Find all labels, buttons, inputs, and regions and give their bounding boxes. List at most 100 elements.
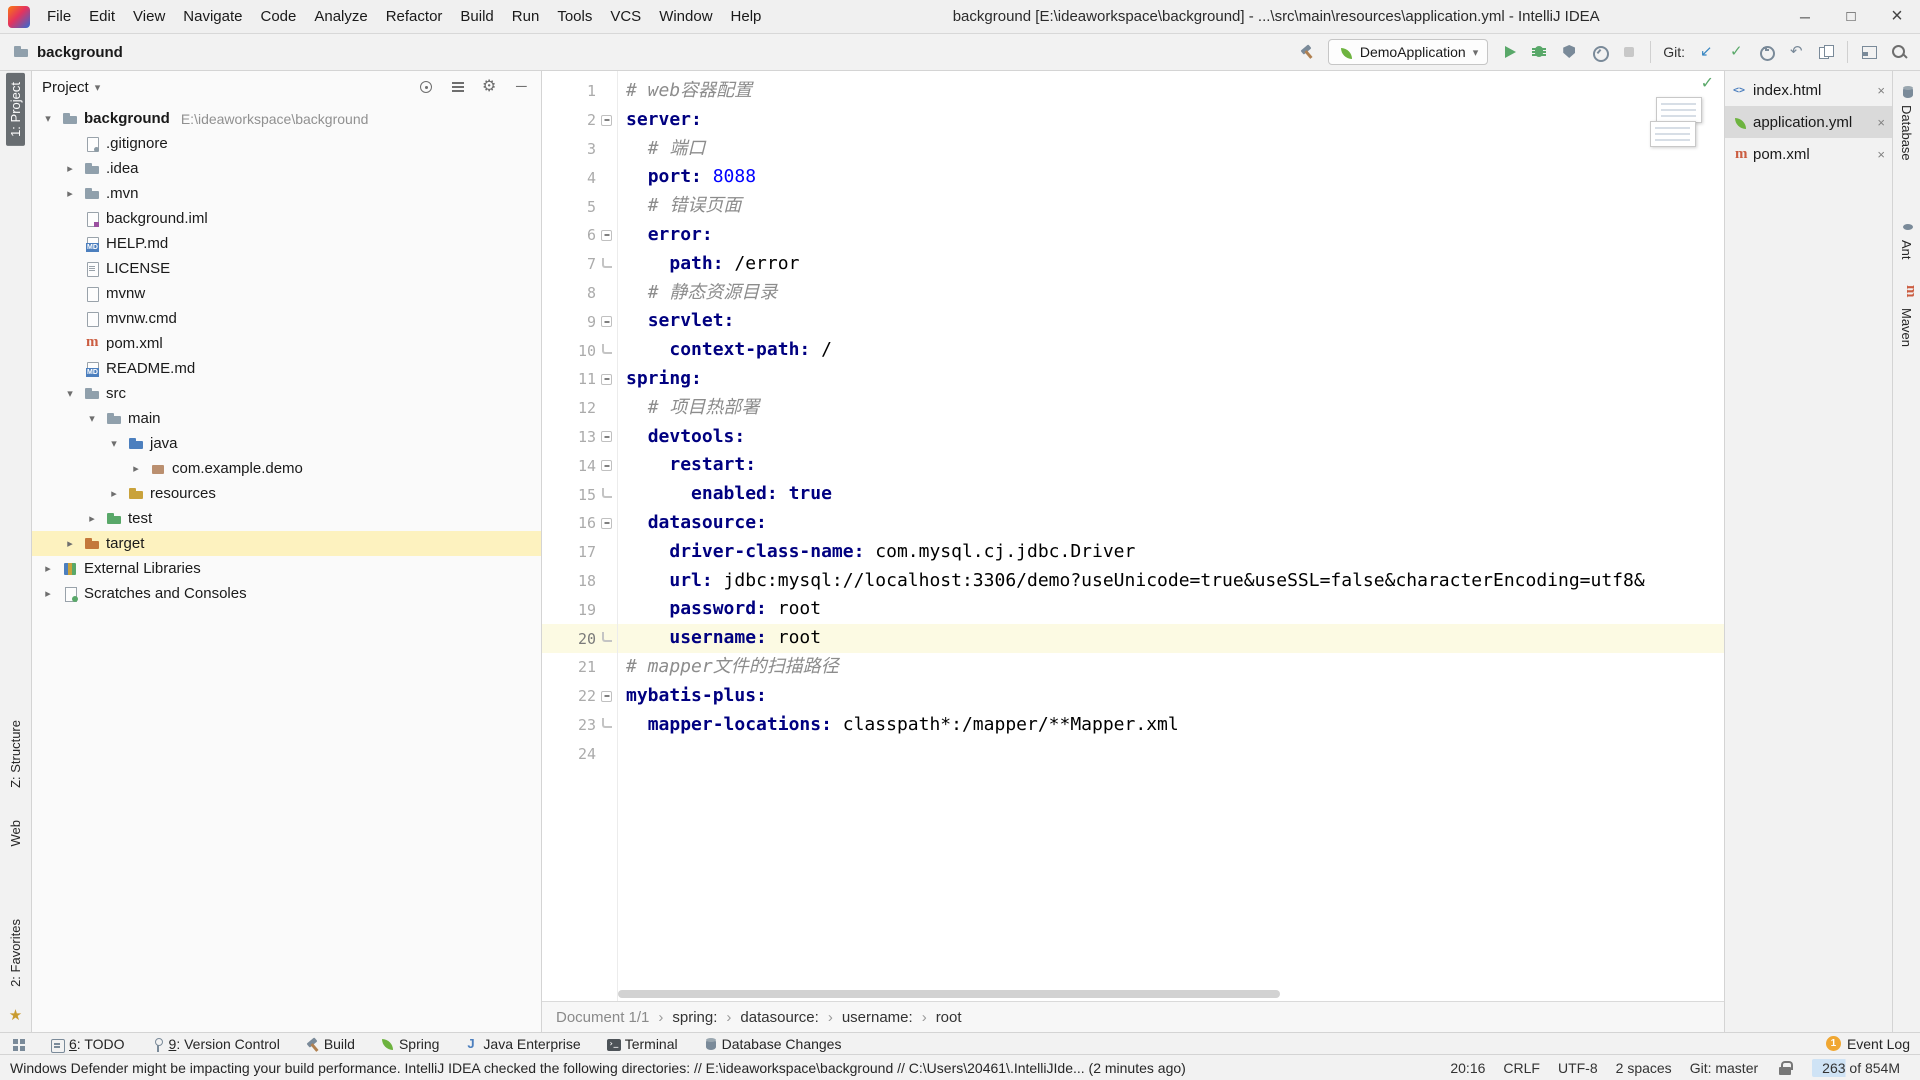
- profiler-button[interactable]: [1590, 43, 1608, 61]
- editor-body[interactable]: 123456789101112131415161718192021222324 …: [542, 71, 1724, 1001]
- gear-icon[interactable]: [481, 78, 499, 96]
- fold-start-icon[interactable]: [599, 516, 614, 531]
- fold-start-icon[interactable]: [599, 458, 614, 473]
- tree-toggle-icon[interactable]: [40, 112, 56, 125]
- breadcrumb-item[interactable]: spring:: [649, 1009, 717, 1026]
- navbar-project-name[interactable]: background: [37, 44, 123, 61]
- breadcrumb-item[interactable]: root: [913, 1009, 962, 1026]
- tree-item-mvnw[interactable]: mvnw: [32, 281, 541, 306]
- menu-help[interactable]: Help: [722, 0, 771, 33]
- rollback-button[interactable]: [1787, 43, 1805, 61]
- commit-button[interactable]: [1727, 43, 1745, 61]
- project-view-title[interactable]: Project: [42, 79, 89, 96]
- code-line[interactable]: servlet:: [618, 307, 1724, 336]
- code-line[interactable]: server:: [618, 106, 1724, 135]
- run-configuration-selector[interactable]: DemoApplication ▾: [1328, 39, 1488, 65]
- tree-item-mvn[interactable]: .mvn: [32, 181, 541, 206]
- fold-end-icon[interactable]: [599, 631, 614, 646]
- editor-tab-application-yml[interactable]: application.yml×: [1725, 106, 1892, 138]
- close-tab-icon[interactable]: ×: [1877, 147, 1885, 162]
- code-line[interactable]: # mapper文件的扫描路径: [618, 653, 1724, 682]
- tree-toggle-icon[interactable]: [62, 537, 78, 550]
- tree-toggle-icon[interactable]: [128, 462, 144, 475]
- gutter-line[interactable]: 12: [542, 394, 617, 423]
- menu-edit[interactable]: Edit: [80, 0, 124, 33]
- tool-window-button-java-enterprise[interactable]: Java Enterprise: [463, 1036, 580, 1052]
- menu-analyze[interactable]: Analyze: [305, 0, 376, 33]
- editor-tab-pom-xml[interactable]: pom.xml×: [1725, 138, 1892, 170]
- file-encoding[interactable]: UTF-8: [1558, 1060, 1598, 1076]
- inspections-ok-icon[interactable]: [1701, 73, 1714, 93]
- code-line[interactable]: # 端口: [618, 135, 1724, 164]
- gutter-line[interactable]: 5: [542, 192, 617, 221]
- tool-window-button-database-changes[interactable]: Database Changes: [702, 1036, 842, 1052]
- memory-indicator[interactable]: 263 of 854M: [1812, 1059, 1910, 1077]
- run-button[interactable]: [1500, 43, 1518, 61]
- menu-run[interactable]: Run: [503, 0, 549, 33]
- code-line[interactable]: # web容器配置: [618, 77, 1724, 106]
- tree-item-help-md[interactable]: HELP.md: [32, 231, 541, 256]
- menu-file[interactable]: File: [38, 0, 80, 33]
- code-line[interactable]: devtools:: [618, 423, 1724, 452]
- code-line[interactable]: url: jdbc:mysql://localhost:3306/demo?us…: [618, 567, 1724, 596]
- gutter-line[interactable]: 16: [542, 509, 617, 538]
- gutter-line[interactable]: 1: [542, 77, 617, 106]
- code-line[interactable]: mybatis-plus:: [618, 682, 1724, 711]
- git-branch[interactable]: Git: master: [1690, 1060, 1758, 1076]
- code-line[interactable]: # 项目热部署: [618, 394, 1724, 423]
- menu-refactor[interactable]: Refactor: [377, 0, 452, 33]
- build-project-button[interactable]: [1298, 43, 1316, 61]
- gutter-line[interactable]: 2: [542, 106, 617, 135]
- tree-toggle-icon[interactable]: [40, 562, 56, 575]
- tree-item-com-example-demo[interactable]: com.example.demo: [32, 456, 541, 481]
- chevron-down-icon[interactable]: ▾: [95, 81, 101, 94]
- fold-end-icon[interactable]: [599, 717, 614, 732]
- close-tab-icon[interactable]: ×: [1877, 83, 1885, 98]
- tree-item-test[interactable]: test: [32, 506, 541, 531]
- gutter-line[interactable]: 11: [542, 365, 617, 394]
- gutter-line[interactable]: 24: [542, 739, 617, 768]
- locate-file-icon[interactable]: [417, 78, 435, 96]
- tool-window-tab-web[interactable]: Web: [6, 811, 25, 856]
- menu-build[interactable]: Build: [451, 0, 502, 33]
- tool-window-button-build[interactable]: Build: [304, 1036, 355, 1052]
- fold-start-icon[interactable]: [599, 429, 614, 444]
- collapse-all-icon[interactable]: [449, 78, 467, 96]
- tree-item-background-iml[interactable]: background.iml: [32, 206, 541, 231]
- tree-toggle-icon[interactable]: [106, 487, 122, 500]
- tree-item-resources[interactable]: resources: [32, 481, 541, 506]
- code-line[interactable]: # 静态资源目录: [618, 279, 1724, 308]
- code-line[interactable]: restart:: [618, 451, 1724, 480]
- code-line[interactable]: datasource:: [618, 509, 1724, 538]
- gutter-line[interactable]: 15: [542, 480, 617, 509]
- tree-item-external-libraries[interactable]: External Libraries: [32, 556, 541, 581]
- fold-end-icon[interactable]: [599, 487, 614, 502]
- tool-window-button-terminal[interactable]: Terminal: [605, 1036, 678, 1052]
- tree-item-target[interactable]: target: [32, 531, 541, 556]
- gutter-line[interactable]: 13: [542, 423, 617, 452]
- gutter-line[interactable]: 6: [542, 221, 617, 250]
- gutter-line[interactable]: 10: [542, 336, 617, 365]
- tree-item-main[interactable]: main: [32, 406, 541, 431]
- tree-item-background[interactable]: backgroundE:\ideaworkspace\background: [32, 106, 541, 131]
- minimize-button[interactable]: [1782, 0, 1828, 33]
- menu-code[interactable]: Code: [251, 0, 305, 33]
- tool-window-button-spring[interactable]: Spring: [379, 1036, 439, 1052]
- gutter-line[interactable]: 20: [542, 624, 617, 653]
- gutter-line[interactable]: 22: [542, 682, 617, 711]
- horizontal-scrollbar[interactable]: [618, 990, 1280, 998]
- fold-end-icon[interactable]: [599, 257, 614, 272]
- maximize-button[interactable]: [1828, 0, 1874, 33]
- layout-button[interactable]: [1860, 43, 1878, 61]
- gutter-line[interactable]: 21: [542, 653, 617, 682]
- fold-start-icon[interactable]: [599, 228, 614, 243]
- search-everywhere-icon[interactable]: [1890, 43, 1908, 61]
- fold-end-icon[interactable]: [599, 343, 614, 358]
- tree-item-java[interactable]: java: [32, 431, 541, 456]
- menu-window[interactable]: Window: [650, 0, 721, 33]
- diff-button[interactable]: [1817, 43, 1835, 61]
- tree-item-scratches-and-consoles[interactable]: Scratches and Consoles: [32, 581, 541, 606]
- code-line[interactable]: username: root: [618, 624, 1724, 653]
- tool-window-switcher-icon[interactable]: [10, 1036, 25, 1051]
- tree-toggle-icon[interactable]: [84, 412, 100, 425]
